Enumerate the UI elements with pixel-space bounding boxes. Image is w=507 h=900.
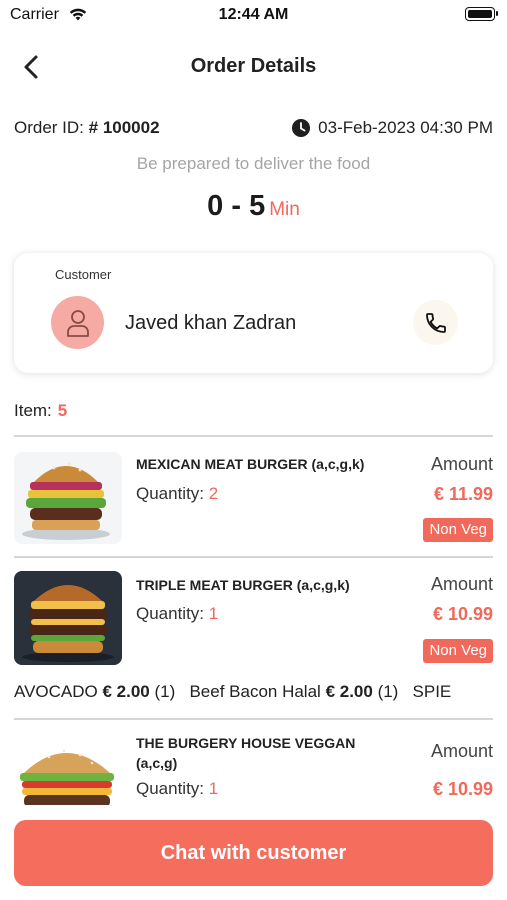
items-count: Item: 5 <box>14 401 67 421</box>
order-id-value: # 100002 <box>88 118 160 137</box>
quantity-value: 2 <box>208 484 219 503</box>
burger-image <box>14 739 122 805</box>
page-title: Order Details <box>190 55 317 77</box>
item-name: THE BURGERY HOUSE VEGGAN (a,c,g) <box>136 735 356 771</box>
non-veg-badge: Non Veg <box>423 518 493 542</box>
customer-card: Customer Javed khan Zadran <box>14 253 493 373</box>
item-quantity: Quantity: 1 <box>136 779 218 799</box>
amount-value: € 11.99 <box>433 484 493 504</box>
order-id-label: Order ID: <box>14 118 84 137</box>
order-item: TRIPLE MEAT BURGER (a,c,g,k) Quantity: 1… <box>14 571 493 667</box>
item-addons: AVOCADO € 2.00 (1) Beef Bacon Halal € 2.… <box>14 682 507 702</box>
item-quantity: Quantity: 1 <box>136 604 218 624</box>
addon-qty: (1) <box>154 682 176 701</box>
divider <box>14 435 493 437</box>
amount-label: Amount <box>430 454 493 474</box>
divider <box>14 556 493 558</box>
quantity-value: 1 <box>208 779 219 798</box>
delivery-time-range: 0 - 5 <box>207 190 266 222</box>
addon-name: SPIE <box>412 682 452 701</box>
delivery-time: 0 - 5 Min <box>0 190 507 223</box>
items-count-value: 5 <box>57 401 68 420</box>
addon-price: € 2.00 <box>325 682 373 701</box>
quantity-label: Quantity: <box>136 779 205 798</box>
avatar <box>51 296 104 349</box>
quantity-value: 1 <box>208 604 219 623</box>
non-veg-badge: Non Veg <box>423 639 493 663</box>
order-item: MEXICAN MEAT BURGER (a,c,g,k) Quantity: … <box>14 450 493 546</box>
order-info-row: Order ID: # 100002 03-Feb-2023 04:30 PM <box>14 116 493 140</box>
item-name: MEXICAN MEAT BURGER (a,c,g,k) <box>136 456 365 472</box>
item-name: TRIPLE MEAT BURGER (a,c,g,k) <box>136 577 350 593</box>
amount-value: € 10.99 <box>432 604 493 624</box>
amount-label: Amount <box>430 574 493 594</box>
burger-image <box>14 452 122 544</box>
amount-value: € 10.99 <box>432 779 493 799</box>
items-count-label: Item: <box>14 401 52 420</box>
user-icon <box>66 309 89 337</box>
burger-image <box>14 571 122 665</box>
customer-name: Javed khan Zadran <box>125 312 297 334</box>
clock-icon <box>292 119 311 137</box>
addon-name: AVOCADO <box>14 682 98 701</box>
addon-price: € 2.00 <box>102 682 150 701</box>
battery-icon <box>465 7 498 21</box>
quantity-label: Quantity: <box>136 484 205 503</box>
call-customer-button[interactable] <box>413 300 458 345</box>
addon-name: Beef Bacon Halal <box>189 682 321 701</box>
order-id: Order ID: # 100002 <box>14 118 160 138</box>
order-date: 03-Feb-2023 04:30 PM <box>292 118 493 138</box>
status-bar: Carrier 12:44 AM <box>0 0 507 32</box>
customer-label: Customer <box>55 267 112 282</box>
amount-label: Amount <box>430 741 493 761</box>
nav-bar: Order Details <box>0 40 507 92</box>
chat-with-customer-button[interactable]: Chat with customer <box>14 820 493 886</box>
divider <box>14 718 493 720</box>
order-date-text: 03-Feb-2023 04:30 PM <box>318 118 493 137</box>
quantity-label: Quantity: <box>136 604 205 623</box>
status-time: 12:44 AM <box>218 6 289 23</box>
addon-qty: (1) <box>377 682 399 701</box>
item-quantity: Quantity: 2 <box>136 484 218 504</box>
delivery-time-unit: Min <box>269 199 300 220</box>
order-item: THE BURGERY HOUSE VEGGAN (a,c,g) Quantit… <box>14 733 493 805</box>
prepare-message: Be prepared to deliver the food <box>136 154 371 173</box>
phone-icon <box>425 312 446 333</box>
